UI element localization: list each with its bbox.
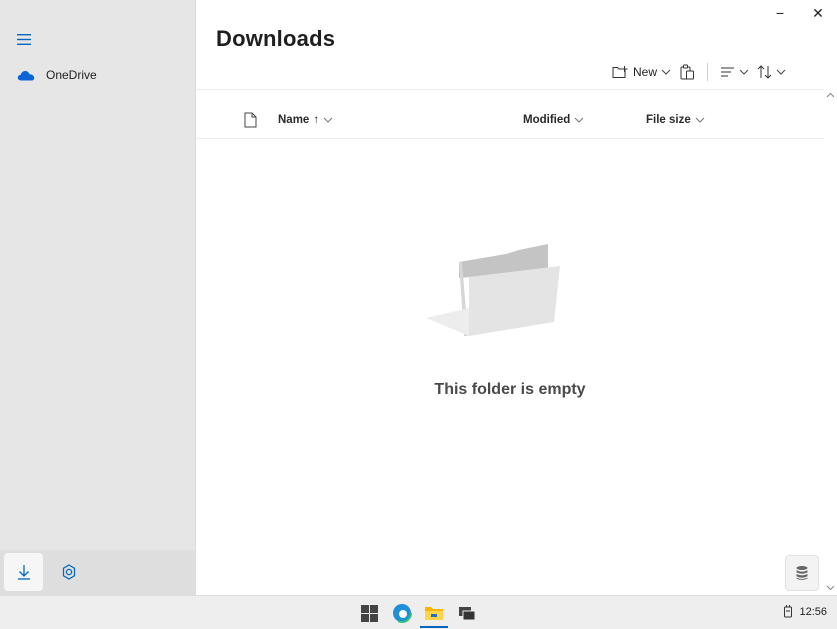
start-button[interactable] xyxy=(357,601,381,625)
sort-ascending-icon: ↑ xyxy=(313,114,320,126)
chevron-down-icon xyxy=(661,69,671,75)
taskbar: 12:56 xyxy=(0,595,837,629)
column-header-file-size[interactable]: File size xyxy=(646,114,705,126)
chevron-down-icon xyxy=(776,69,786,75)
file-explorer-folder-icon xyxy=(425,607,443,620)
database-storage-icon xyxy=(796,566,808,580)
scroll-up-arrow-icon[interactable] xyxy=(826,91,835,100)
new-button-label: New xyxy=(633,65,658,79)
column-file-size-label: File size xyxy=(646,114,691,126)
sort-button[interactable] xyxy=(753,60,790,84)
chevron-down-icon xyxy=(739,69,749,75)
column-header-row: Name ↑ Modified File size xyxy=(196,107,824,135)
onedrive-cloud-icon xyxy=(17,70,35,81)
storage-button[interactable] xyxy=(785,555,819,591)
toolbar: New xyxy=(608,60,790,84)
page-title: Downloads xyxy=(216,26,336,51)
header-divider xyxy=(196,138,824,139)
window-controls: − ✕ xyxy=(761,0,837,26)
column-header-name[interactable]: Name ↑ xyxy=(278,114,333,126)
downloads-button[interactable] xyxy=(4,553,43,591)
minimize-button[interactable]: − xyxy=(761,0,799,26)
new-button[interactable]: New xyxy=(608,60,675,84)
hamburger-icon xyxy=(17,33,31,45)
file-type-icon xyxy=(244,112,257,128)
paste-button[interactable] xyxy=(675,60,699,84)
chevron-down-icon xyxy=(323,117,333,123)
gear-icon xyxy=(62,564,76,580)
windows-logo-icon xyxy=(360,604,378,622)
toolbar-divider xyxy=(196,89,824,90)
view-options-button[interactable] xyxy=(716,60,753,84)
sidebar-item-onedrive[interactable]: OneDrive xyxy=(0,62,195,88)
sidebar-footer xyxy=(0,550,195,595)
task-view-icon xyxy=(459,606,476,620)
taskbar-file-explorer[interactable] xyxy=(422,601,446,625)
scroll-down-arrow-icon[interactable] xyxy=(826,583,835,592)
clipboard-paste-icon xyxy=(680,64,695,80)
new-folder-icon xyxy=(612,66,628,78)
download-arrow-icon xyxy=(17,565,30,580)
vertical-scrollbar[interactable] xyxy=(824,88,837,595)
column-header-modified[interactable]: Modified xyxy=(523,114,584,126)
taskbar-task-view[interactable] xyxy=(455,601,479,625)
list-view-icon xyxy=(721,67,735,77)
empty-folder-message: This folder is empty xyxy=(434,381,586,398)
taskbar-edge-browser[interactable] xyxy=(390,601,414,625)
settings-button[interactable] xyxy=(50,553,88,591)
chevron-down-icon xyxy=(574,117,584,123)
empty-folder-illustration-icon xyxy=(426,244,560,336)
column-modified-label: Modified xyxy=(523,114,571,126)
sort-arrows-icon xyxy=(757,65,772,79)
files-app-window: OneDrive − ✕ Downloads New Name ↑ Modifi… xyxy=(0,0,837,595)
edge-browser-icon xyxy=(392,603,412,623)
column-name-label: Name xyxy=(278,114,310,126)
system-tray: 12:56 xyxy=(783,605,827,618)
hamburger-menu-button[interactable] xyxy=(12,28,36,50)
sidebar: OneDrive xyxy=(0,0,196,595)
toolbar-separator xyxy=(707,63,709,81)
close-button[interactable]: ✕ xyxy=(799,0,837,26)
main-content: − ✕ Downloads New Name ↑ Modified File s… xyxy=(196,0,837,595)
battery-plug-icon[interactable] xyxy=(783,605,793,618)
sidebar-item-label: OneDrive xyxy=(46,68,97,82)
chevron-down-icon xyxy=(695,117,705,123)
clock[interactable]: 12:56 xyxy=(799,606,827,618)
